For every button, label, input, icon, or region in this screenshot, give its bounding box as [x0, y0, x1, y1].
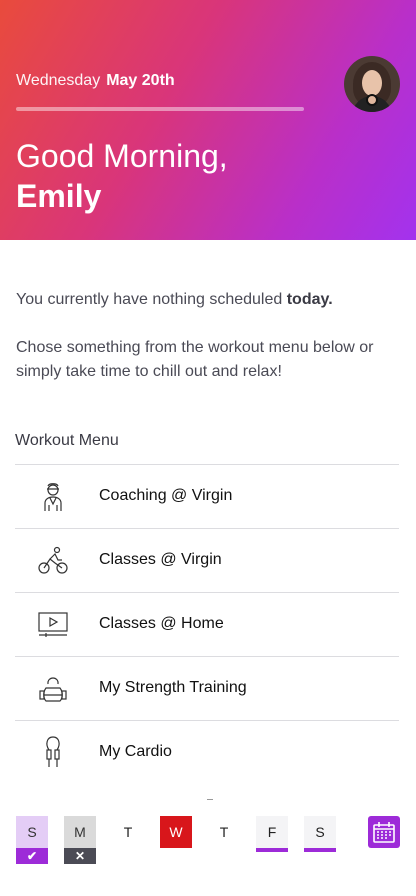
coach-icon [44, 483, 62, 511]
day-tuesday[interactable]: T [112, 816, 144, 848]
day-saturday[interactable]: S [304, 816, 336, 848]
menu-item-classes-home[interactable]: Classes @ Home [15, 592, 399, 656]
cycling-icon [38, 546, 68, 574]
menu-item-label: Classes @ Home [99, 615, 224, 632]
day-thursday[interactable]: T [208, 816, 240, 848]
avatar[interactable] [344, 56, 400, 112]
day-progress-bar [16, 107, 304, 111]
video-player-icon [38, 612, 68, 637]
workout-menu-title: Workout Menu [15, 432, 119, 449]
menu-item-cardio[interactable]: My Cardio [15, 720, 399, 784]
calendar-button[interactable] [368, 816, 400, 848]
menu-item-classes-virgin[interactable]: Classes @ Virgin [15, 528, 399, 592]
day-friday-underline [256, 848, 288, 852]
menu-item-label: My Cardio [99, 743, 172, 760]
scroll-indicator [207, 799, 213, 800]
check-icon: ✔ [16, 848, 48, 864]
menu-item-strength[interactable]: My Strength Training [15, 656, 399, 720]
user-name: Emily [16, 178, 102, 214]
schedule-message-bold: today. [286, 291, 333, 308]
close-icon: ✕ [64, 848, 96, 864]
schedule-message-text: You currently have nothing scheduled [16, 291, 287, 308]
menu-item-label: Coaching @ Virgin [99, 487, 233, 504]
day-monday[interactable]: M [64, 816, 96, 848]
calendar-icon [373, 822, 395, 843]
menu-item-coaching[interactable]: Coaching @ Virgin [15, 464, 399, 528]
schedule-message: You currently have nothing scheduled tod… [16, 288, 396, 312]
greeting: Good Morning, [16, 138, 228, 174]
week-bar: S ✔ M ✕ T W T F S [0, 816, 416, 864]
header: Wednesday May 20th Good Morning, Emily [0, 0, 416, 240]
weekday: Wednesday [16, 72, 101, 89]
kettlebell-icon [39, 677, 67, 702]
suggestion-message: Chose something from the workout menu be… [16, 339, 374, 380]
day-sunday[interactable]: S [16, 816, 48, 848]
day-wednesday[interactable]: W [160, 816, 192, 848]
workout-menu: Coaching @ Virgin Classes @ Virgin Class… [15, 464, 399, 784]
month-day: May 20th [106, 72, 175, 89]
day-saturday-underline [304, 848, 336, 852]
jump-rope-icon [46, 736, 60, 767]
menu-item-label: Classes @ Virgin [99, 551, 222, 568]
menu-item-label: My Strength Training [99, 679, 247, 696]
date-label: Wednesday May 20th [16, 72, 175, 90]
day-friday[interactable]: F [256, 816, 288, 848]
